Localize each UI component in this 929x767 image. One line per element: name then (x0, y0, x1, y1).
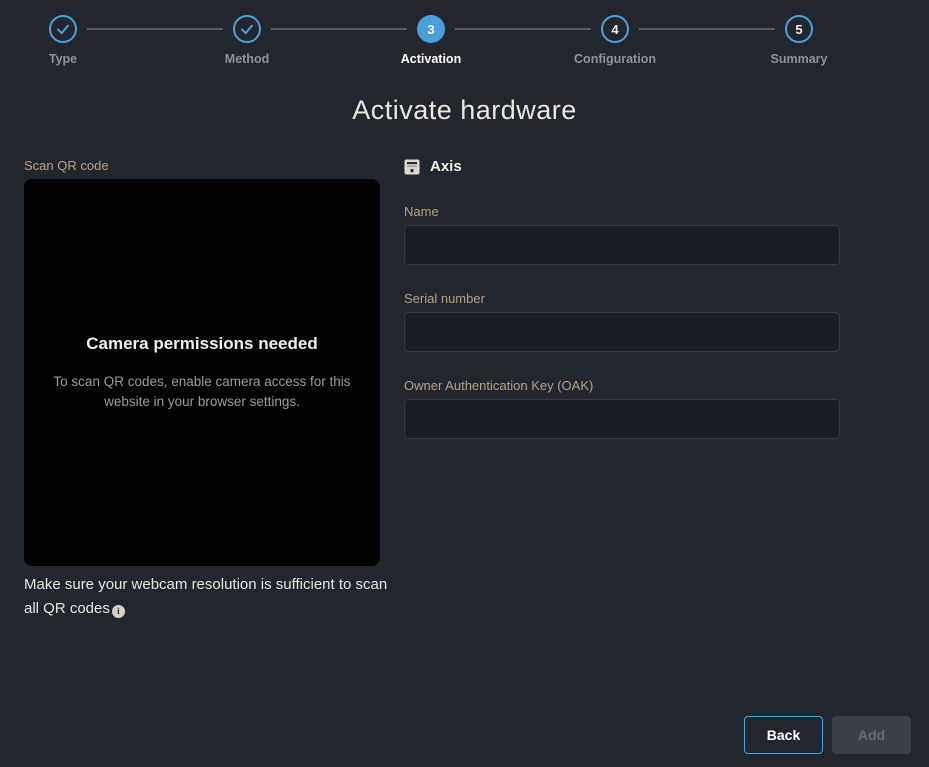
step-circle: 4 (601, 15, 629, 43)
camera-preview-area: Camera permissions needed To scan QR cod… (24, 179, 380, 566)
device-form-section: Axis Name Serial number Owner Authentica… (404, 158, 840, 621)
name-input[interactable] (404, 225, 840, 265)
name-label: Name (404, 204, 840, 219)
stepper-step-summary: 5 Summary (707, 15, 891, 66)
webcam-resolution-note: Make sure your webcam resolution is suff… (24, 573, 396, 621)
stepper-step-method[interactable]: Method (155, 15, 339, 66)
main-content: Scan QR code Camera permissions needed T… (0, 158, 929, 621)
camera-permissions-title: Camera permissions needed (86, 334, 317, 354)
qr-scan-section: Scan QR code Camera permissions needed T… (24, 158, 380, 621)
step-circle: 3 (417, 15, 445, 43)
serial-number-input[interactable] (404, 312, 840, 352)
vendor-header: Axis (404, 158, 840, 175)
check-icon (237, 19, 257, 39)
step-circle (233, 15, 261, 43)
step-label: Activation (401, 52, 461, 66)
step-circle: 5 (785, 15, 813, 43)
step-label: Method (225, 52, 269, 66)
scan-qr-label: Scan QR code (24, 158, 380, 173)
wizard-footer: Back Add (744, 716, 911, 754)
stepper-step-configuration: 4 Configuration (523, 15, 707, 66)
webcam-resolution-note-text: Make sure your webcam resolution is suff… (24, 576, 387, 617)
add-button[interactable]: Add (832, 716, 911, 754)
page-title: Activate hardware (0, 95, 929, 126)
stepper-step-activation: 3 Activation (339, 15, 523, 66)
wizard-stepper: Type Method 3 Activation 4 Configuration… (0, 15, 891, 66)
step-label: Configuration (574, 52, 656, 66)
back-button[interactable]: Back (744, 716, 823, 754)
oak-label: Owner Authentication Key (OAK) (404, 378, 840, 393)
step-circle (49, 15, 77, 43)
form-field-serial-number: Serial number (404, 291, 840, 352)
camera-permissions-message: To scan QR codes, enable camera access f… (52, 372, 352, 412)
info-icon[interactable]: i (112, 605, 125, 618)
stepper-step-type[interactable]: Type (0, 15, 155, 66)
step-label: Type (49, 52, 77, 66)
step-label: Summary (771, 52, 828, 66)
form-field-name: Name (404, 204, 840, 265)
oak-input[interactable] (404, 399, 840, 439)
serial-number-label: Serial number (404, 291, 840, 306)
check-icon (53, 19, 73, 39)
vendor-name: Axis (430, 158, 462, 175)
form-field-oak: Owner Authentication Key (OAK) (404, 378, 840, 439)
device-icon (404, 159, 420, 175)
